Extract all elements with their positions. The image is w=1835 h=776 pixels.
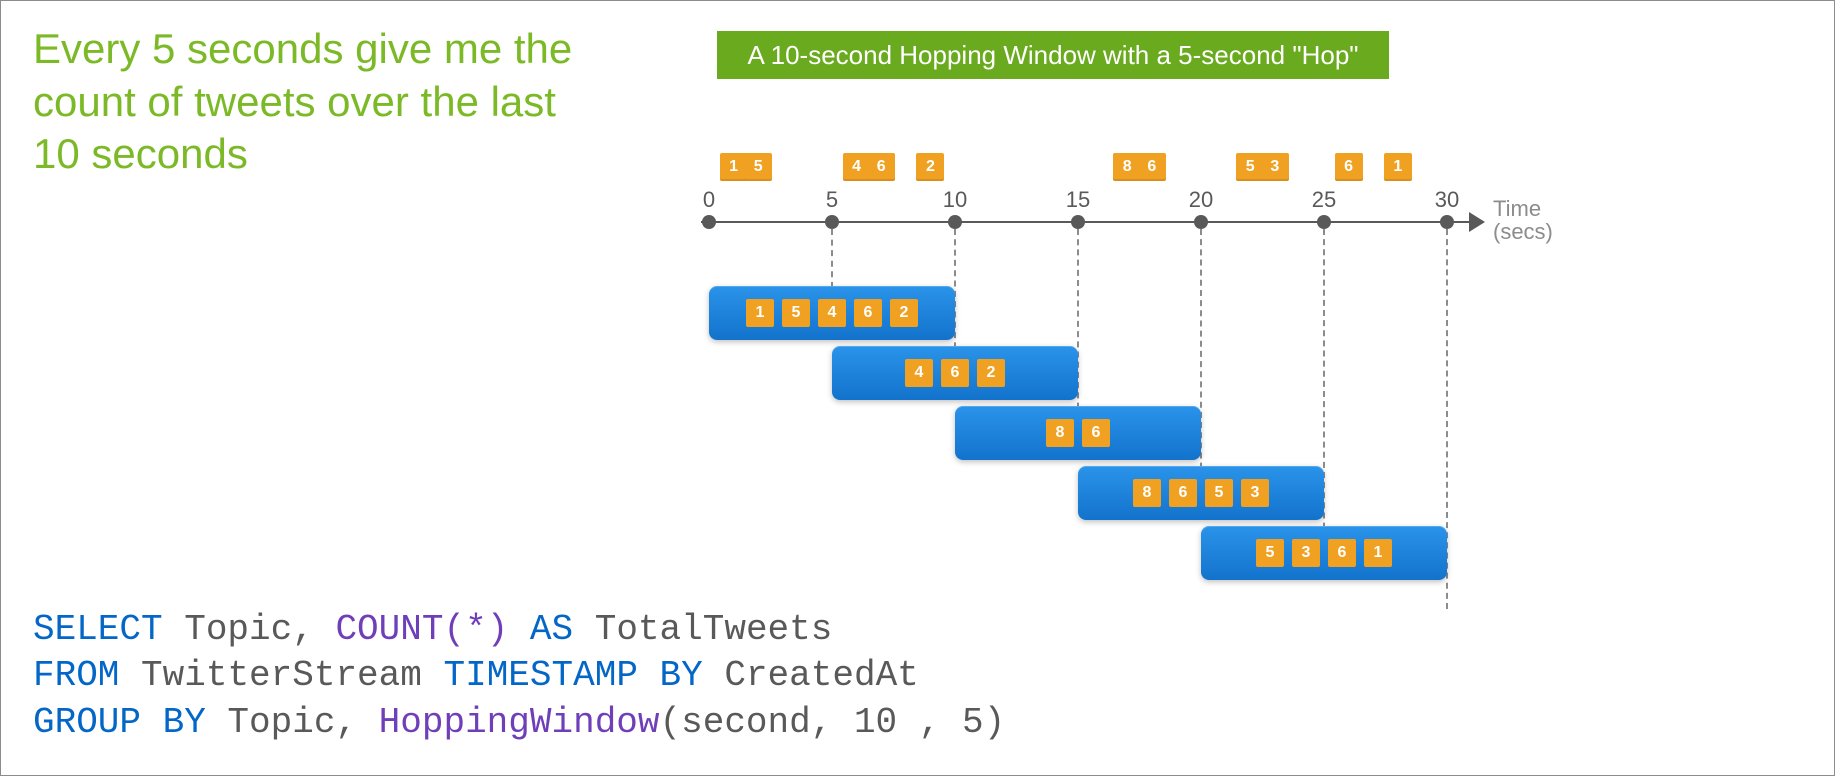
event-marker: 2 (916, 153, 944, 181)
sql-fn: HoppingWindow (379, 702, 660, 743)
window-event: 2 (977, 359, 1005, 387)
slide: Every 5 seconds give me the count of twe… (0, 0, 1835, 776)
tick-dot (948, 215, 962, 229)
tick-label: 20 (1189, 187, 1213, 213)
axis-arrow-icon (1469, 212, 1485, 232)
event-marker: 5 (1236, 153, 1264, 181)
window-event: 8 (1046, 419, 1074, 447)
window-event: 6 (1169, 479, 1197, 507)
event-marker: 8 (1113, 153, 1141, 181)
window-event: 3 (1241, 479, 1269, 507)
window-bar: 462 (832, 346, 1078, 400)
event-marker: 6 (1138, 153, 1166, 181)
sql-text: TwitterStream (119, 655, 443, 696)
event-marker: 6 (1335, 153, 1363, 181)
tick-label: 25 (1312, 187, 1336, 213)
tick-label: 15 (1066, 187, 1090, 213)
window-event: 1 (1364, 539, 1392, 567)
tick-label: 0 (703, 187, 715, 213)
window-bar: 8653 (1078, 466, 1324, 520)
window-event: 6 (1328, 539, 1356, 567)
window-event: 6 (854, 299, 882, 327)
sql-kw: TIMESTAMP BY (443, 655, 702, 696)
drop-line (1077, 229, 1079, 429)
tick-dot (1071, 215, 1085, 229)
sql-kw: SELECT (33, 609, 163, 650)
event-marker: 1 (1384, 153, 1412, 181)
tick-dot (1317, 215, 1331, 229)
window-event: 6 (1082, 419, 1110, 447)
sql-text: TotalTweets (573, 609, 832, 650)
window-event: 6 (941, 359, 969, 387)
window-bar: 5361 (1201, 526, 1447, 580)
headline: Every 5 seconds give me the count of twe… (33, 23, 593, 181)
window-event: 2 (890, 299, 918, 327)
window-event: 3 (1292, 539, 1320, 567)
tick-dot (702, 215, 716, 229)
window-event: 5 (782, 299, 810, 327)
event-marker: 5 (744, 153, 772, 181)
sql-text: Topic, (206, 702, 379, 743)
window-event: 4 (905, 359, 933, 387)
sql-text: CreatedAt (703, 655, 919, 696)
window-event: 4 (818, 299, 846, 327)
event-marker: 3 (1261, 153, 1289, 181)
tick-label: 10 (943, 187, 967, 213)
tick-label: 30 (1435, 187, 1459, 213)
window-bar: 15462 (709, 286, 955, 340)
sql-text: (second, 10 , 5) (660, 702, 1006, 743)
sql-text (508, 609, 530, 650)
sql-text: Topic, (163, 609, 336, 650)
axis-label-top: Time (1493, 196, 1541, 221)
event-marker: 6 (867, 153, 895, 181)
window-event: 5 (1256, 539, 1284, 567)
window-event: 8 (1133, 479, 1161, 507)
sql-fn: COUNT(*) (335, 609, 508, 650)
sql-kw: FROM (33, 655, 119, 696)
sql-kw: AS (530, 609, 573, 650)
axis-label-bottom: (secs) (1493, 219, 1553, 244)
banner: A 10-second Hopping Window with a 5-seco… (717, 31, 1389, 79)
sql-kw: GROUP BY (33, 702, 206, 743)
tick-dot (1194, 215, 1208, 229)
window-event: 5 (1205, 479, 1233, 507)
tick-label: 5 (826, 187, 838, 213)
window-event: 1 (746, 299, 774, 327)
tick-dot (825, 215, 839, 229)
axis-label: Time (secs) (1493, 197, 1553, 243)
tick-dot (1440, 215, 1454, 229)
sql-block: SELECT Topic, COUNT(*) AS TotalTweets FR… (33, 607, 1005, 747)
window-bar: 86 (955, 406, 1201, 460)
time-axis (701, 221, 1471, 223)
